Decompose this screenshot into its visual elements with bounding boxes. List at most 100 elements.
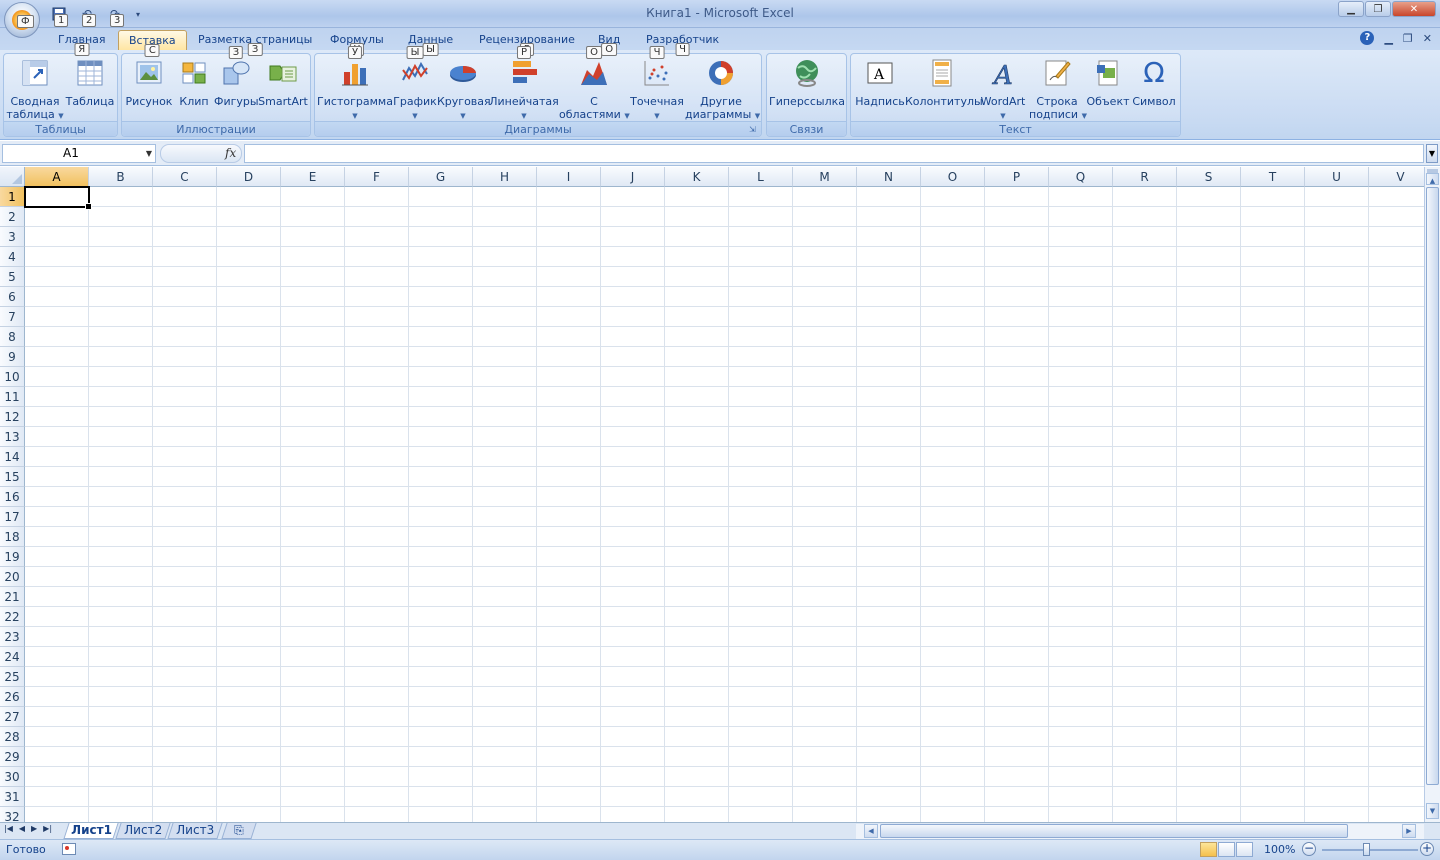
- row-header[interactable]: 15: [0, 467, 25, 487]
- row-header[interactable]: 23: [0, 627, 25, 647]
- horizontal-scrollbar[interactable]: ◀ ▶: [856, 824, 1424, 839]
- normal-view-button[interactable]: [1200, 842, 1217, 857]
- insert-function-icon[interactable]: fx: [225, 146, 236, 160]
- signature-line-button[interactable]: Строка подписи ▼: [1029, 57, 1087, 121]
- vertical-scrollbar[interactable]: ▲ ▼: [1424, 167, 1440, 822]
- dialog-launcher-icon[interactable]: ⇲: [749, 125, 758, 134]
- hyperlink-button[interactable]: Гиперссылка: [769, 57, 845, 121]
- row-header[interactable]: 22: [0, 607, 25, 627]
- scroll-thumb[interactable]: [1426, 187, 1439, 785]
- row-header[interactable]: 21: [0, 587, 25, 607]
- select-all-button[interactable]: [0, 167, 25, 187]
- row-header[interactable]: 8: [0, 327, 25, 347]
- row-header[interactable]: 20: [0, 567, 25, 587]
- zoom-in-button[interactable]: +: [1420, 842, 1434, 856]
- textbox-button[interactable]: A Надпись: [855, 57, 905, 121]
- column-header[interactable]: T: [1241, 167, 1305, 187]
- row-header[interactable]: 6: [0, 287, 25, 307]
- column-header[interactable]: H: [473, 167, 537, 187]
- row-header[interactable]: 5: [0, 267, 25, 287]
- close-button[interactable]: ✕: [1392, 1, 1436, 17]
- scroll-down-button[interactable]: ▼: [1426, 803, 1439, 819]
- column-header[interactable]: P: [985, 167, 1049, 187]
- column-header[interactable]: G: [409, 167, 473, 187]
- row-header[interactable]: 30: [0, 767, 25, 787]
- cells-area[interactable]: [25, 187, 1424, 822]
- pivot-table-button[interactable]: Сводная таблица ▼: [6, 57, 64, 121]
- column-header[interactable]: D: [217, 167, 281, 187]
- column-header[interactable]: V: [1369, 167, 1424, 187]
- row-header[interactable]: 1: [0, 187, 25, 207]
- tab-insert[interactable]: Вставка С: [118, 30, 187, 57]
- column-header[interactable]: K: [665, 167, 729, 187]
- office-button[interactable]: Ф: [4, 2, 40, 38]
- close-icon[interactable]: ✕: [1423, 32, 1432, 45]
- page-layout-view-button[interactable]: [1218, 842, 1235, 857]
- restore-button[interactable]: ❐: [1365, 1, 1391, 17]
- row-header[interactable]: 18: [0, 527, 25, 547]
- scatter-chart-button[interactable]: Ч Точечная ▼: [629, 46, 685, 121]
- other-charts-button[interactable]: Другие диаграммы ▼: [685, 57, 760, 121]
- column-header[interactable]: I: [537, 167, 601, 187]
- row-header[interactable]: 17: [0, 507, 25, 527]
- formula-input[interactable]: [244, 144, 1424, 163]
- line-chart-button[interactable]: Ы График ▼: [393, 46, 437, 121]
- column-chart-button[interactable]: У Гистограмма ▼: [317, 46, 393, 121]
- name-box[interactable]: A1 ▼: [2, 144, 156, 163]
- column-header[interactable]: M: [793, 167, 857, 187]
- column-header[interactable]: O: [921, 167, 985, 187]
- row-header[interactable]: 10: [0, 367, 25, 387]
- picture-button[interactable]: Рисунок: [124, 57, 174, 121]
- shapes-button[interactable]: З Фигуры: [214, 46, 259, 121]
- macro-record-icon[interactable]: [62, 843, 76, 855]
- clip-button[interactable]: Клип: [174, 57, 214, 121]
- first-sheet-icon[interactable]: |◀: [4, 824, 13, 833]
- column-header[interactable]: J: [601, 167, 665, 187]
- row-header[interactable]: 26: [0, 687, 25, 707]
- tab-home[interactable]: Главная Я: [48, 30, 116, 56]
- row-header[interactable]: 24: [0, 647, 25, 667]
- zoom-level[interactable]: 100%: [1264, 843, 1295, 856]
- symbol-button[interactable]: Ω Символ: [1131, 57, 1177, 121]
- column-header[interactable]: F: [345, 167, 409, 187]
- row-header[interactable]: 4: [0, 247, 25, 267]
- next-sheet-icon[interactable]: ▶: [31, 824, 37, 833]
- row-header[interactable]: 13: [0, 427, 25, 447]
- sheet-tab-2[interactable]: Лист2: [115, 823, 171, 839]
- bar-chart-button[interactable]: Р Линейчатая ▼: [489, 46, 559, 121]
- row-header[interactable]: 28: [0, 727, 25, 747]
- row-header[interactable]: 25: [0, 667, 25, 687]
- page-break-view-button[interactable]: [1236, 842, 1253, 857]
- row-header[interactable]: 14: [0, 447, 25, 467]
- row-header[interactable]: 3: [0, 227, 25, 247]
- header-footer-button[interactable]: Колонтитулы: [905, 57, 983, 121]
- last-sheet-icon[interactable]: ▶|: [43, 824, 52, 833]
- column-header[interactable]: C: [153, 167, 217, 187]
- row-header[interactable]: 29: [0, 747, 25, 767]
- row-header[interactable]: 11: [0, 387, 25, 407]
- help-icon[interactable]: ?: [1360, 31, 1375, 45]
- column-header[interactable]: Q: [1049, 167, 1113, 187]
- sheet-tab-1[interactable]: Лист1: [63, 823, 119, 839]
- column-header[interactable]: U: [1305, 167, 1369, 187]
- active-cell[interactable]: [24, 186, 92, 210]
- row-header[interactable]: 7: [0, 307, 25, 327]
- scroll-right-button[interactable]: ▶: [1402, 824, 1416, 838]
- zoom-slider-thumb[interactable]: [1363, 843, 1370, 856]
- expand-formula-bar-button[interactable]: ▼: [1426, 144, 1438, 163]
- column-header[interactable]: L: [729, 167, 793, 187]
- row-header[interactable]: 19: [0, 547, 25, 567]
- smartart-button[interactable]: SmartArt: [258, 57, 308, 121]
- column-header[interactable]: A: [25, 167, 89, 187]
- row-header[interactable]: 32: [0, 807, 25, 822]
- pie-chart-button[interactable]: Круговая ▼: [437, 57, 491, 121]
- scroll-up-button[interactable]: ▲: [1426, 173, 1439, 185]
- column-header[interactable]: S: [1177, 167, 1241, 187]
- scroll-thumb[interactable]: [880, 824, 1348, 838]
- sheet-tab-3[interactable]: Лист3: [167, 823, 223, 839]
- chevron-down-icon[interactable]: ▼: [146, 145, 152, 162]
- table-button[interactable]: Таблица: [64, 57, 116, 121]
- zoom-slider[interactable]: [1322, 849, 1418, 851]
- scroll-left-button[interactable]: ◀: [864, 824, 878, 838]
- row-header[interactable]: 31: [0, 787, 25, 807]
